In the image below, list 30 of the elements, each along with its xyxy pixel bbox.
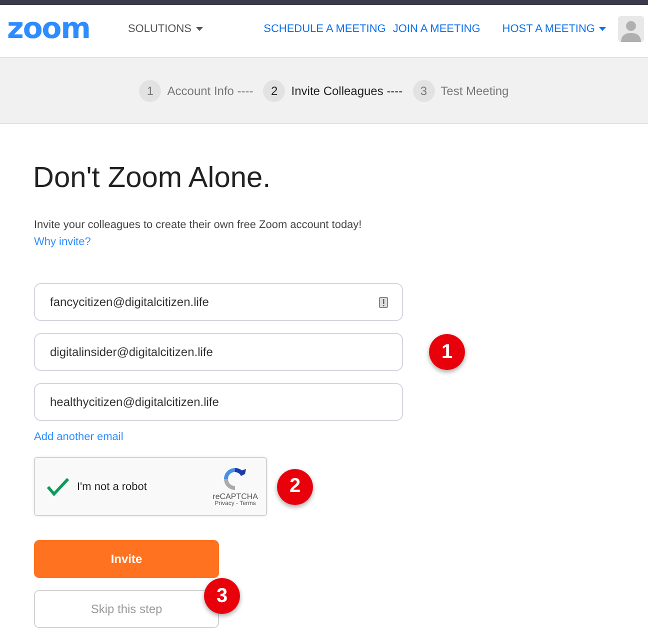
zoom-logo[interactable]: zoom [7,14,90,43]
nav-link[interactable]: JOIN A MEETING [392,22,480,34]
email-field[interactable]: healthycitizen@digitalcitizen.life [34,383,403,421]
checkmark-icon[interactable] [47,478,69,496]
email-field[interactable]: fancycitizen@digitalcitizen.life [34,283,403,321]
callout-marker: 3 [204,578,240,614]
page-title: Don't Zoom Alone. [33,162,272,195]
why-invite-link[interactable]: Why invite? [34,236,91,248]
step-number: 1 [139,80,162,102]
step-number: 2 [263,80,286,102]
host-meeting-menu[interactable]: HOST A MEETING [502,22,606,34]
solutions-menu[interactable]: SOLUTIONS [128,22,203,34]
autofill-icon[interactable] [379,296,388,308]
step-number: 3 [412,80,435,102]
add-email-link[interactable]: Add another email [34,431,124,443]
step-label: Invite Colleagues ---- [291,84,403,98]
avatar-icon[interactable] [618,16,644,42]
recaptcha-brand: reCAPTCHA [212,492,258,501]
step-label: Test Meeting [440,84,509,98]
email-field[interactable]: digitalinsider@digitalcitizen.life [34,333,403,371]
recaptcha-logo-icon [222,466,248,492]
captcha-label: I'm not a robot [77,480,148,492]
callout-marker: 2 [277,468,313,504]
intro-text: Invite your colleagues to create their own free Zoom account today! [34,219,363,231]
caret-icon [599,26,606,30]
step-label: Account Info ---- [167,84,254,98]
callout-marker: 1 [429,334,465,370]
nav-link[interactable]: SCHEDULE A MEETING [264,22,386,34]
invite-button[interactable]: Invite [34,540,219,578]
caret-icon [196,26,203,30]
